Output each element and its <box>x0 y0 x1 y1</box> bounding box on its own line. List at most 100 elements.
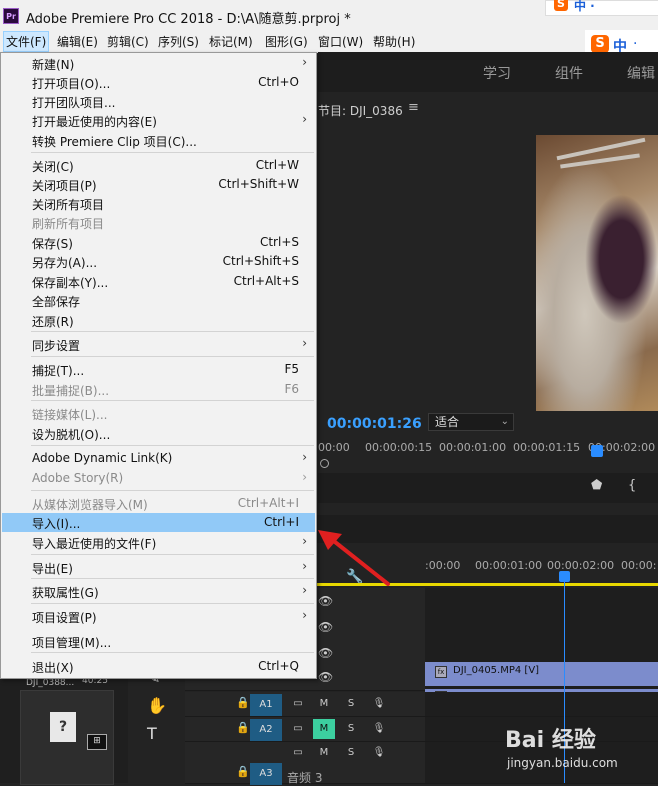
menu-item-close[interactable]: 关闭(C) Ctrl+W <box>2 156 315 175</box>
watermark-logo-text: Bai 经验 <box>505 728 596 753</box>
microphone-icon[interactable]: 🎙 <box>368 743 390 763</box>
lock-icon[interactable]: 🔒 <box>236 696 250 709</box>
workspace-tab-editing[interactable]: 编辑 <box>627 63 655 83</box>
menu-item-get-properties[interactable]: 获取属性(G) › <box>2 582 315 601</box>
menu-item-close-project[interactable]: 关闭项目(P) Ctrl+Shift+W <box>2 175 315 194</box>
menu-item-capture[interactable]: 捕捉(T)... F5 <box>2 360 315 379</box>
solo-button[interactable]: S <box>340 743 362 763</box>
menu-window[interactable]: 窗口(W) <box>316 33 365 50</box>
menu-item-exit[interactable]: 退出(X) Ctrl+Q <box>2 657 315 676</box>
chevron-down-icon: ⌄ <box>500 416 509 427</box>
track-target-a1[interactable]: A1 <box>250 694 282 716</box>
menu-item-open-recent[interactable]: 打开最近使用的内容(E) › <box>2 111 315 130</box>
sync-lock-icon[interactable]: ▭ <box>287 743 309 763</box>
menu-item-batch-capture: 批量捕捉(B)... F6 <box>2 380 315 399</box>
solo-button[interactable]: S <box>340 719 362 739</box>
sync-lock-icon[interactable]: ▭ <box>287 719 309 739</box>
track-target-a3[interactable]: A3 <box>250 763 282 785</box>
lock-icon[interactable]: 🔒 <box>236 721 250 734</box>
menu-item-export[interactable]: 导出(E) › <box>2 558 315 577</box>
menu-item-open-team-project[interactable]: 打开团队项目... <box>2 92 315 111</box>
submenu-arrow-icon: › <box>302 470 307 484</box>
menu-item-shortcut: Ctrl+W <box>255 158 299 172</box>
menu-file[interactable]: 文件(F) <box>3 31 50 52</box>
zoom-fit-select[interactable]: 适合 ⌄ <box>428 413 514 431</box>
menu-item-save-all[interactable]: 全部保存 <box>2 291 315 310</box>
menu-item-project-settings[interactable]: 项目设置(P) › <box>2 607 315 626</box>
ime-status-top[interactable]: S 中 · <box>545 0 658 16</box>
menu-item-save-copy[interactable]: 保存副本(Y)... Ctrl+Alt+S <box>2 272 315 291</box>
type-tool-icon[interactable]: T <box>147 724 157 743</box>
menu-edit[interactable]: 编辑(E) <box>55 33 100 50</box>
menu-item-import[interactable]: 导入(I)... Ctrl+I <box>2 513 315 532</box>
menu-item-label: 从媒体浏览器导入(M) <box>32 498 148 512</box>
menu-sequence[interactable]: 序列(S) <box>156 33 201 50</box>
track-target-a2[interactable]: A2 <box>250 719 282 741</box>
hand-tool-icon[interactable]: ✋ <box>147 696 167 715</box>
mute-button[interactable]: M <box>313 694 335 714</box>
timeline-ruler[interactable]: :00:00 00:00:01:00 00:00:02:00 00:00: <box>425 553 658 583</box>
file-menu-dropdown: 新建(N) › 打开项目(O)... Ctrl+O 打开团队项目... 打开最近使用… <box>0 52 317 679</box>
zoom-handle-icon[interactable] <box>320 459 329 468</box>
microphone-icon[interactable]: 🎙 <box>368 719 390 739</box>
menu-item-make-offline[interactable]: 设为脱机(O)... <box>2 424 315 443</box>
menu-item-sync-settings[interactable]: 同步设置 › <box>2 335 315 354</box>
menu-item-close-all[interactable]: 关闭所有项目 <box>2 194 315 213</box>
menu-item-label: 捕捉(T)... <box>32 364 85 378</box>
menu-item-shortcut: Ctrl+S <box>259 235 299 249</box>
menu-item-label: 转换 Premiere Clip 项目(C)... <box>32 135 197 149</box>
menu-item-label: 保存(S) <box>32 237 73 251</box>
timeline-tick-label: :00:00 <box>425 559 461 572</box>
playhead-timecode[interactable]: 00:00:01:26 <box>327 416 422 432</box>
mute-button-active[interactable]: M <box>313 719 335 739</box>
menu-marker[interactable]: 标记(M) <box>207 33 255 50</box>
menu-item-label: 导入最近使用的文件(F) <box>32 537 157 551</box>
add-marker-icon[interactable]: ⬟ <box>591 478 602 493</box>
track-lane[interactable] <box>425 692 658 716</box>
zoom-scrollbar[interactable] <box>318 459 658 469</box>
watermark-url: jingyan.baidu.com <box>507 756 618 770</box>
eye-icon[interactable]: 👁 <box>318 620 333 634</box>
menu-item-revert[interactable]: 还原(R) <box>2 311 315 330</box>
track-lane[interactable] <box>425 588 658 614</box>
menu-item-label: 打开最近使用的内容(E) <box>32 115 157 129</box>
menu-item-open-project[interactable]: 打开项目(O)... Ctrl+O <box>2 73 315 92</box>
program-playhead[interactable] <box>591 445 603 457</box>
program-time-ruler[interactable]: 00:00 00:00:00:15 00:00:01:00 00:00:01:1… <box>318 441 658 455</box>
workspace-tab-learn[interactable]: 学习 <box>483 63 511 83</box>
microphone-icon[interactable]: 🎙 <box>368 694 390 714</box>
menu-separator <box>31 445 314 446</box>
menu-item-shortcut: Ctrl+Shift+W <box>218 177 299 191</box>
menu-separator <box>31 578 314 579</box>
submenu-arrow-icon: › <box>302 534 307 548</box>
menu-help[interactable]: 帮助(H) <box>371 33 417 50</box>
menu-item-import-recent[interactable]: 导入最近使用的文件(F) › <box>2 533 315 552</box>
submenu-arrow-icon: › <box>302 112 307 126</box>
ruler-tick-label: 00:00:01:15 <box>513 441 581 454</box>
eye-icon[interactable]: 👁 <box>318 670 333 684</box>
menu-item-project-manager[interactable]: 项目管理(M)... <box>2 632 315 651</box>
menu-graphics[interactable]: 图形(G) <box>263 33 310 50</box>
eye-icon[interactable]: 👁 <box>318 594 333 608</box>
sync-lock-icon[interactable]: ▭ <box>287 694 309 714</box>
menu-item-label: 同步设置 <box>32 339 81 353</box>
menu-item-new[interactable]: 新建(N) › <box>2 54 315 73</box>
menu-separator <box>31 603 314 604</box>
menu-item-dynamic-link[interactable]: Adobe Dynamic Link(K) › <box>2 449 315 468</box>
mark-in-icon[interactable]: { <box>628 478 636 493</box>
menu-item-convert-clip[interactable]: 转换 Premiere Clip 项目(C)... <box>2 131 315 150</box>
lock-icon[interactable]: 🔒 <box>236 765 250 778</box>
timeline-playhead[interactable] <box>559 571 570 582</box>
video-clip[interactable]: fx DJI_0405.MP4 [V] <box>425 662 658 686</box>
solo-button[interactable]: S <box>340 694 362 714</box>
track-lane[interactable] <box>425 614 658 640</box>
menu-item-save-as[interactable]: 另存为(A)... Ctrl+Shift+S <box>2 252 315 271</box>
menu-clip[interactable]: 剪辑(C) <box>105 33 151 50</box>
ime-punctuation-mode[interactable]: · <box>633 36 637 52</box>
eye-icon[interactable]: 👁 <box>318 646 333 660</box>
program-monitor-title[interactable]: 节目: DJI_0386 <box>318 102 403 119</box>
menu-item-save[interactable]: 保存(S) Ctrl+S <box>2 233 315 252</box>
workspace-tab-assembly[interactable]: 组件 <box>555 63 583 83</box>
mute-button[interactable]: M <box>313 743 335 763</box>
hamburger-icon[interactable]: ≡ <box>408 100 419 115</box>
